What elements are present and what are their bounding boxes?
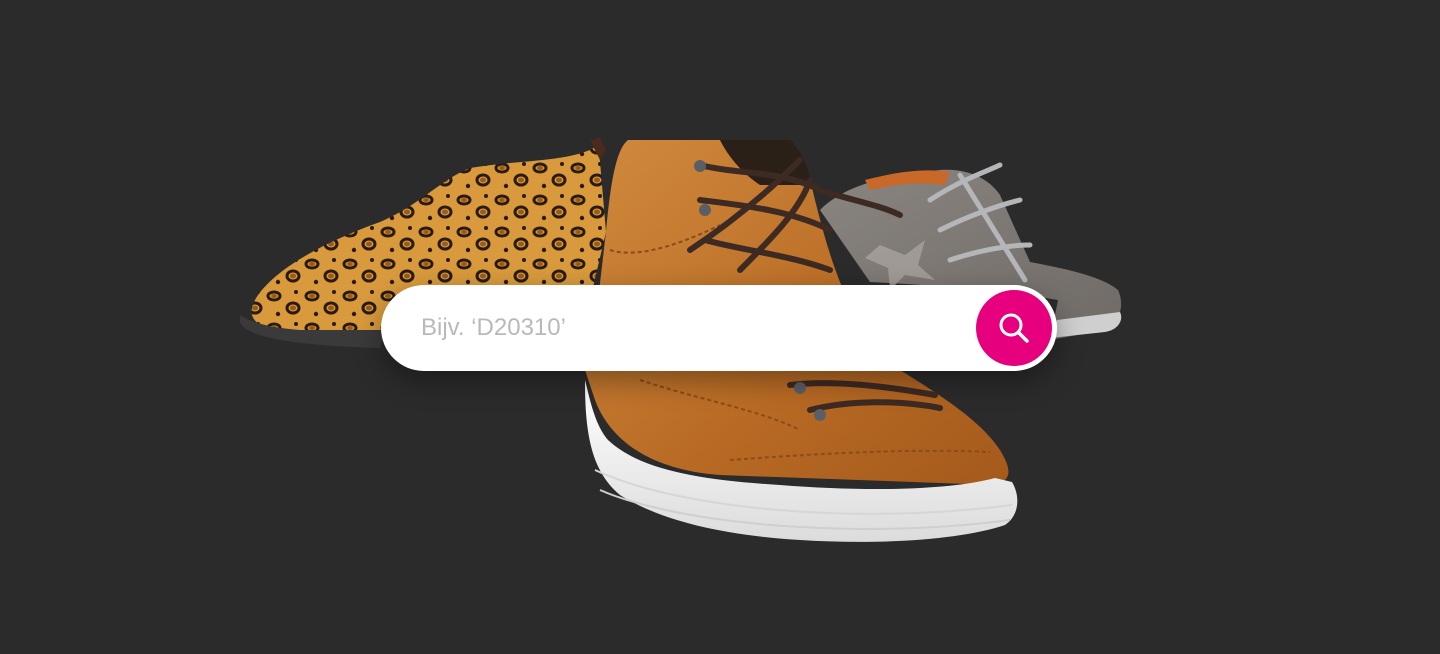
search-input[interactable] bbox=[421, 306, 961, 350]
hero-section bbox=[0, 0, 1440, 654]
search-button[interactable] bbox=[976, 290, 1052, 366]
search-bar bbox=[381, 285, 1057, 371]
search-icon bbox=[999, 313, 1029, 343]
